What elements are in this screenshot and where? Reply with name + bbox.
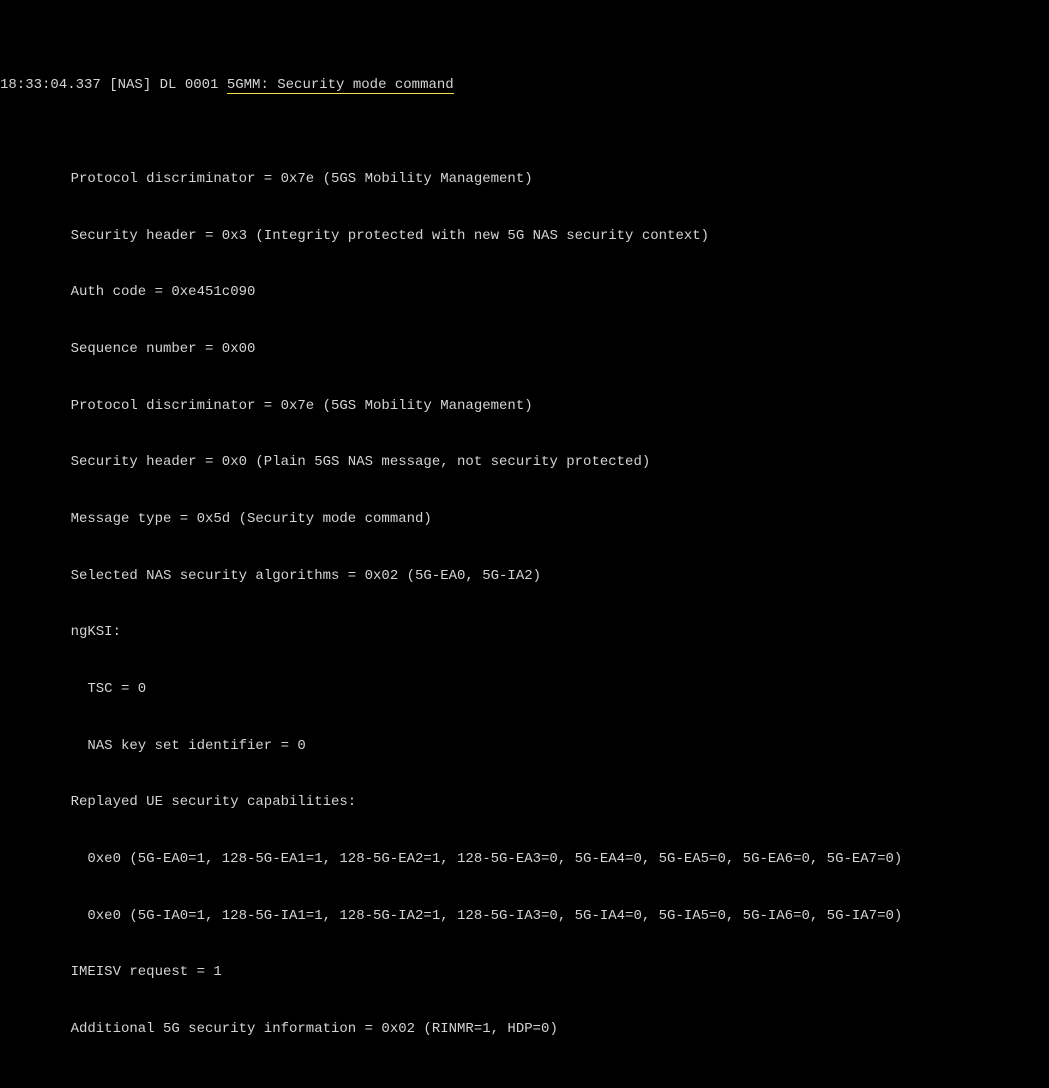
log-subline: TSC = 0 [0, 680, 1049, 699]
log-line: Selected NAS security algorithms = 0x02 … [0, 567, 1049, 586]
log-header-highlight: 5GMM: Security mode command [227, 77, 454, 94]
nas-log-output: 18:33:04.337 [NAS] DL 0001 5GMM: Securit… [0, 0, 1049, 1088]
log-subline: 0xe0 (5G-IA0=1, 128-5G-IA1=1, 128-5G-IA2… [0, 907, 1049, 926]
log-line: Protocol discriminator = 0x7e (5GS Mobil… [0, 170, 1049, 189]
log-line: Security header = 0x0 (Plain 5GS NAS mes… [0, 453, 1049, 472]
log-line: Sequence number = 0x00 [0, 340, 1049, 359]
log-header-line: 18:33:04.337 [NAS] DL 0001 5GMM: Securit… [0, 76, 1049, 95]
log-line: Auth code = 0xe451c090 [0, 283, 1049, 302]
log-line: IMEISV request = 1 [0, 963, 1049, 982]
log-line: Security header = 0x3 (Integrity protect… [0, 227, 1049, 246]
log-line: ngKSI: [0, 623, 1049, 642]
log-line: Replayed UE security capabilities: [0, 793, 1049, 812]
log-header-prefix: 18:33:04.337 [NAS] DL 0001 [0, 77, 227, 93]
log-line: Additional 5G security information = 0x0… [0, 1020, 1049, 1039]
log-subline: 0xe0 (5G-EA0=1, 128-5G-EA1=1, 128-5G-EA2… [0, 850, 1049, 869]
log-line: Protocol discriminator = 0x7e (5GS Mobil… [0, 397, 1049, 416]
log-line: Message type = 0x5d (Security mode comma… [0, 510, 1049, 529]
log-subline: NAS key set identifier = 0 [0, 737, 1049, 756]
